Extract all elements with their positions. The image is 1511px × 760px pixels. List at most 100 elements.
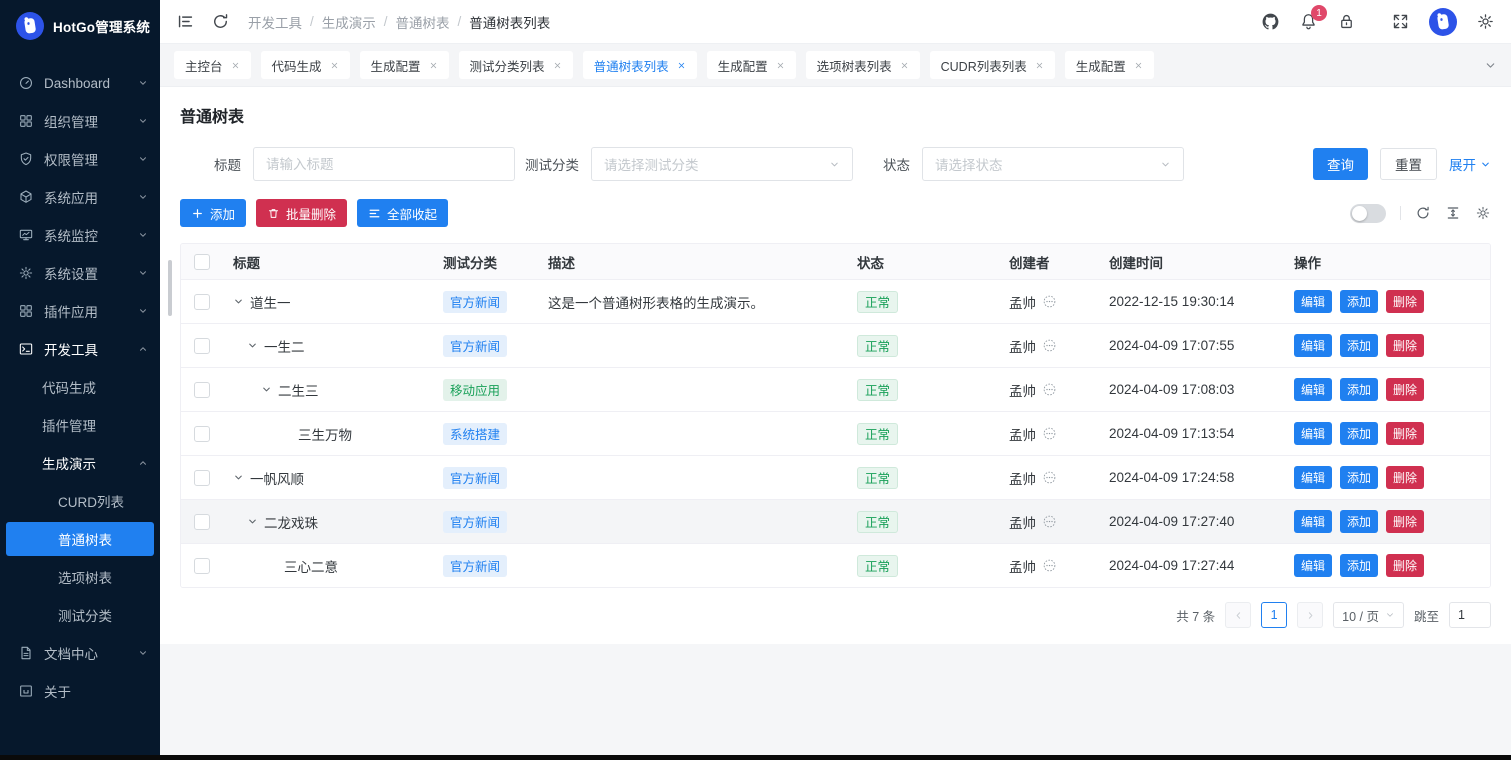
row-checkbox[interactable] — [194, 514, 210, 530]
sidebar-item-about[interactable]: 关于 — [0, 672, 160, 710]
edit-button[interactable]: 编辑 — [1294, 554, 1332, 577]
close-icon[interactable] — [776, 61, 785, 70]
delete-button[interactable]: 删除 — [1386, 466, 1424, 489]
tab-test-category-list[interactable]: 测试分类列表 — [459, 51, 573, 79]
page-number-button[interactable]: 1 — [1261, 602, 1287, 628]
batch-delete-button[interactable]: 批量删除 — [256, 199, 347, 227]
creator-more-icon[interactable] — [1042, 558, 1057, 573]
sidebar-item-curd-list[interactable]: CURD列表 — [0, 482, 160, 520]
close-icon[interactable] — [677, 61, 686, 70]
add-child-button[interactable]: 添加 — [1340, 290, 1378, 313]
notifications[interactable]: 1 — [1299, 12, 1318, 31]
tab-console[interactable]: 主控台 — [174, 51, 251, 79]
sidebar-item-code-gen[interactable]: 代码生成 — [0, 368, 160, 406]
sidebar-item-plugin-app[interactable]: 插件应用 — [0, 292, 160, 330]
edit-button[interactable]: 编辑 — [1294, 422, 1332, 445]
user-avatar[interactable] — [1429, 8, 1457, 36]
delete-button[interactable]: 删除 — [1386, 378, 1424, 401]
add-child-button[interactable]: 添加 — [1340, 334, 1378, 357]
add-child-button[interactable]: 添加 — [1340, 378, 1378, 401]
delete-button[interactable]: 删除 — [1386, 510, 1424, 533]
edit-button[interactable]: 编辑 — [1294, 466, 1332, 489]
creator-more-icon[interactable] — [1042, 514, 1057, 529]
delete-button[interactable]: 删除 — [1386, 554, 1424, 577]
column-settings-gear-icon[interactable] — [1475, 205, 1491, 221]
sidebar-item-system-settings[interactable]: 系统设置 — [0, 254, 160, 292]
breadcrumb-item[interactable]: 开发工具 — [248, 12, 302, 32]
fullscreen-icon[interactable] — [1391, 12, 1410, 31]
expand-arrow-icon[interactable] — [247, 516, 258, 527]
edit-button[interactable]: 编辑 — [1294, 334, 1332, 357]
category-select[interactable]: 请选择测试分类 — [591, 147, 853, 181]
creator-more-icon[interactable] — [1042, 338, 1057, 353]
tab-normal-tree-list[interactable]: 普通树表列表 — [583, 51, 697, 79]
sidebar-item-dashboard[interactable]: Dashboard — [0, 64, 160, 102]
sidebar-item-plugin-manage[interactable]: 插件管理 — [0, 406, 160, 444]
status-select[interactable]: 请选择状态 — [922, 147, 1184, 181]
density-icon[interactable] — [1445, 205, 1461, 221]
row-checkbox[interactable] — [194, 470, 210, 486]
tab-cudr-list[interactable]: CUDR列表列表 — [930, 51, 1055, 79]
tab-option-tree-list[interactable]: 选项树表列表 — [806, 51, 920, 79]
expand-arrow-icon[interactable] — [233, 296, 244, 307]
close-icon[interactable] — [900, 61, 909, 70]
delete-button[interactable]: 删除 — [1386, 334, 1424, 357]
sidebar-item-doc-center[interactable]: 文档中心 — [0, 634, 160, 672]
edit-button[interactable]: 编辑 — [1294, 510, 1332, 533]
sidebar-item-permission[interactable]: 权限管理 — [0, 140, 160, 178]
breadcrumb-item[interactable]: 生成演示 — [322, 12, 376, 32]
creator-more-icon[interactable] — [1042, 294, 1057, 309]
sidebar-item-normal-tree[interactable]: 普通树表 — [6, 522, 154, 556]
close-icon[interactable] — [1035, 61, 1044, 70]
lock-icon[interactable] — [1337, 12, 1356, 31]
settings-gear-icon[interactable] — [1476, 12, 1495, 31]
row-checkbox[interactable] — [194, 294, 210, 310]
tab-code-gen[interactable]: 代码生成 — [261, 51, 350, 79]
row-checkbox[interactable] — [194, 558, 210, 574]
row-checkbox[interactable] — [194, 338, 210, 354]
add-button[interactable]: 添加 — [180, 199, 246, 227]
sidebar-item-option-tree[interactable]: 选项树表 — [0, 558, 160, 596]
next-page-button[interactable] — [1297, 602, 1323, 628]
sidebar-item-org[interactable]: 组织管理 — [0, 102, 160, 140]
reset-button[interactable]: 重置 — [1380, 148, 1437, 180]
sidebar-item-dev-tools[interactable]: 开发工具 — [0, 330, 160, 368]
tab-list-chevron-icon[interactable] — [1484, 59, 1497, 72]
tab-gen-config-3[interactable]: 生成配置 — [1065, 51, 1154, 79]
creator-more-icon[interactable] — [1042, 426, 1057, 441]
add-child-button[interactable]: 添加 — [1340, 422, 1378, 445]
refresh-icon[interactable] — [211, 12, 230, 31]
tab-gen-config-1[interactable]: 生成配置 — [360, 51, 449, 79]
title-input[interactable] — [253, 147, 515, 181]
creator-more-icon[interactable] — [1042, 470, 1057, 485]
add-child-button[interactable]: 添加 — [1340, 510, 1378, 533]
sidebar-item-test-category[interactable]: 测试分类 — [0, 596, 160, 634]
striped-toggle[interactable] — [1350, 204, 1386, 223]
scrollbar-thumb[interactable] — [168, 260, 172, 316]
collapse-all-button[interactable]: 全部收起 — [357, 199, 448, 227]
close-icon[interactable] — [553, 61, 562, 70]
edit-button[interactable]: 编辑 — [1294, 378, 1332, 401]
jump-page-input[interactable] — [1449, 602, 1491, 628]
expand-arrow-icon[interactable] — [233, 472, 244, 483]
sidebar-collapse-icon[interactable] — [176, 12, 195, 31]
add-child-button[interactable]: 添加 — [1340, 466, 1378, 489]
reload-table-icon[interactable] — [1415, 205, 1431, 221]
expand-arrow-icon[interactable] — [247, 340, 258, 351]
expand-filters-link[interactable]: 展开 — [1449, 154, 1491, 174]
close-icon[interactable] — [231, 61, 240, 70]
select-all-checkbox[interactable] — [194, 254, 210, 270]
tab-gen-config-2[interactable]: 生成配置 — [707, 51, 796, 79]
sidebar-item-gen-demo[interactable]: 生成演示 — [0, 444, 160, 482]
add-child-button[interactable]: 添加 — [1340, 554, 1378, 577]
page-size-select[interactable]: 10 / 页 — [1333, 602, 1404, 628]
sidebar-item-system-monitor[interactable]: 系统监控 — [0, 216, 160, 254]
search-button[interactable]: 查询 — [1313, 148, 1368, 180]
row-checkbox[interactable] — [194, 426, 210, 442]
github-icon[interactable] — [1261, 12, 1280, 31]
close-icon[interactable] — [330, 61, 339, 70]
breadcrumb-item[interactable]: 普通树表 — [396, 12, 450, 32]
creator-more-icon[interactable] — [1042, 382, 1057, 397]
expand-arrow-icon[interactable] — [261, 384, 272, 395]
delete-button[interactable]: 删除 — [1386, 422, 1424, 445]
